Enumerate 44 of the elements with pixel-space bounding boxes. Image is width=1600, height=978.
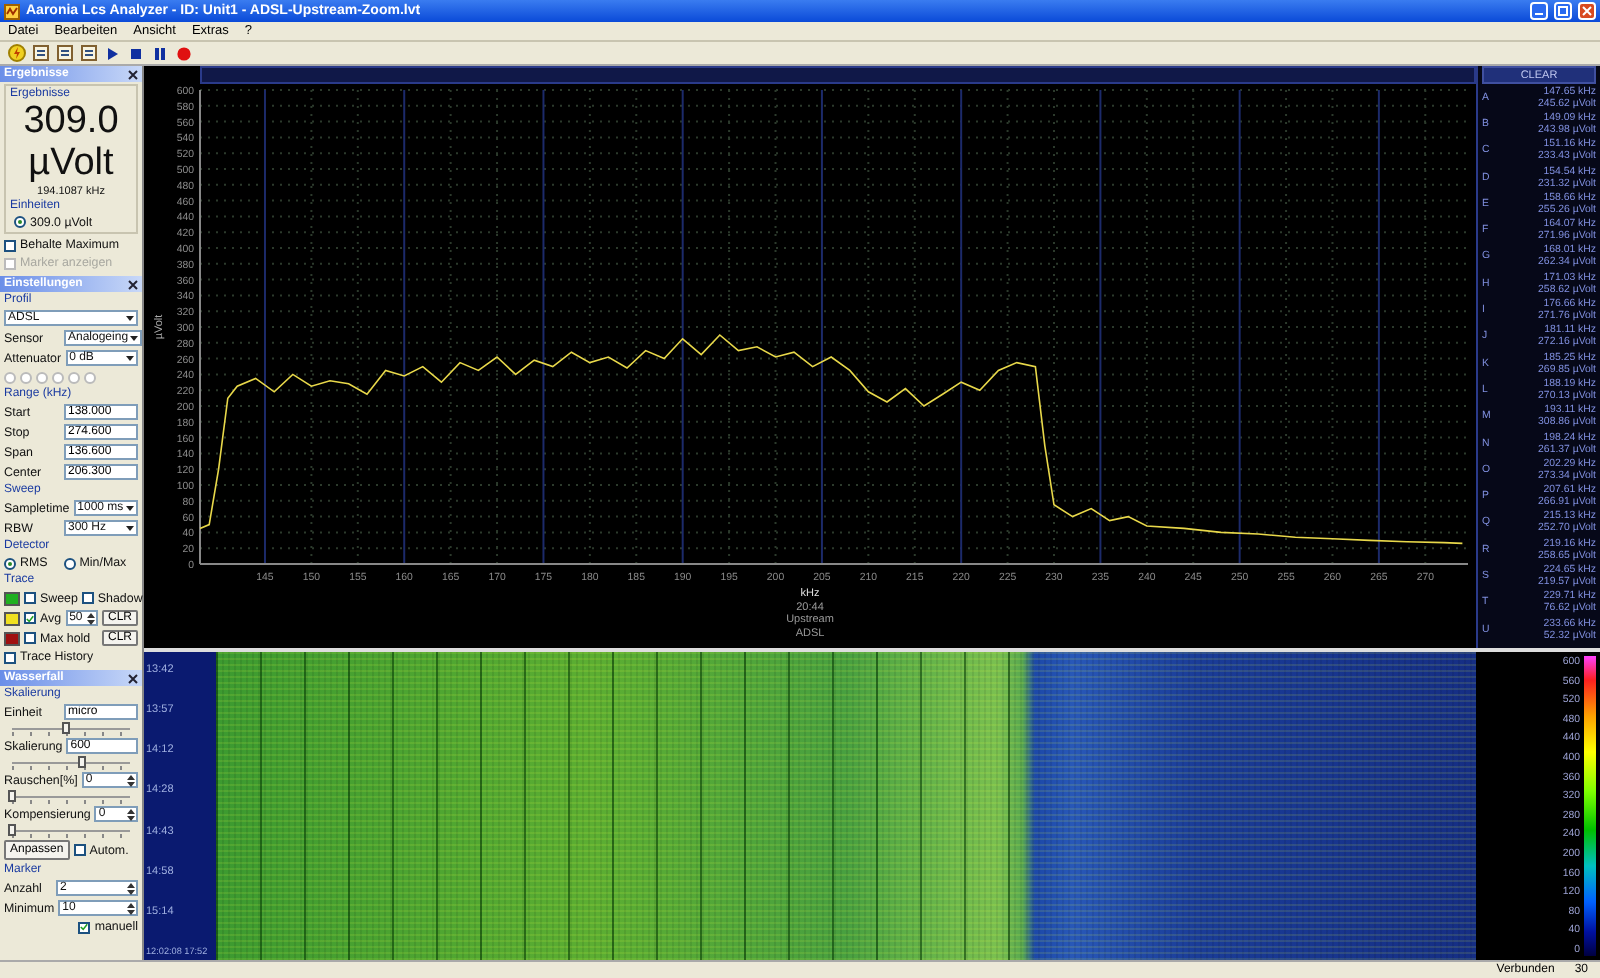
- slider-track[interactable]: [12, 824, 130, 838]
- spin-arrows-icon[interactable]: [126, 901, 136, 915]
- slider-thumb[interactable]: [8, 790, 16, 802]
- slider-thumb[interactable]: [8, 824, 16, 836]
- measured-unit: µVolt: [26, 144, 116, 184]
- maximize-button[interactable]: [1554, 2, 1572, 20]
- color-swatch[interactable]: [4, 631, 20, 645]
- close-icon[interactable]: [128, 69, 138, 79]
- spin-arrows-icon[interactable]: [126, 807, 136, 821]
- close-icon[interactable]: [128, 673, 138, 683]
- slider-track[interactable]: [12, 790, 130, 804]
- slider-thumb[interactable]: [78, 756, 87, 768]
- app-icon: [4, 3, 20, 19]
- checkbox[interactable]: [4, 651, 16, 663]
- close-icon: [1582, 6, 1592, 16]
- maximize-icon: [1558, 6, 1568, 16]
- stop-button[interactable]: [126, 43, 146, 63]
- document-button[interactable]: [30, 43, 50, 63]
- spin-arrows-icon[interactable]: [126, 881, 136, 895]
- checkbox[interactable]: [81, 592, 94, 604]
- measured-value: 309.0: [21, 102, 121, 142]
- checkbox[interactable]: [24, 632, 36, 644]
- bolt-button[interactable]: [6, 43, 26, 63]
- close-icon[interactable]: [128, 279, 138, 289]
- spin-arrows-icon[interactable]: [85, 611, 96, 625]
- checkbox[interactable]: [24, 612, 36, 624]
- checkbox[interactable]: [73, 844, 86, 856]
- radio-button[interactable]: [14, 216, 26, 228]
- record-button[interactable]: [174, 43, 194, 63]
- spin-arrows-icon[interactable]: [126, 773, 136, 787]
- radio-button[interactable]: [4, 557, 16, 569]
- pause-button[interactable]: [150, 43, 170, 63]
- checkbox[interactable]: [78, 921, 91, 933]
- document-button[interactable]: [54, 43, 74, 63]
- checkbox[interactable]: [4, 239, 16, 251]
- slider-thumb[interactable]: [61, 722, 70, 734]
- checkbox[interactable]: [24, 592, 36, 604]
- minimize-button[interactable]: [1530, 2, 1548, 20]
- play-button[interactable]: [102, 43, 122, 63]
- radio-button[interactable]: [63, 557, 76, 569]
- color-swatch[interactable]: [4, 591, 20, 605]
- document-button[interactable]: [78, 43, 98, 63]
- close-button[interactable]: [1578, 2, 1596, 20]
- color-swatch[interactable]: [4, 611, 20, 625]
